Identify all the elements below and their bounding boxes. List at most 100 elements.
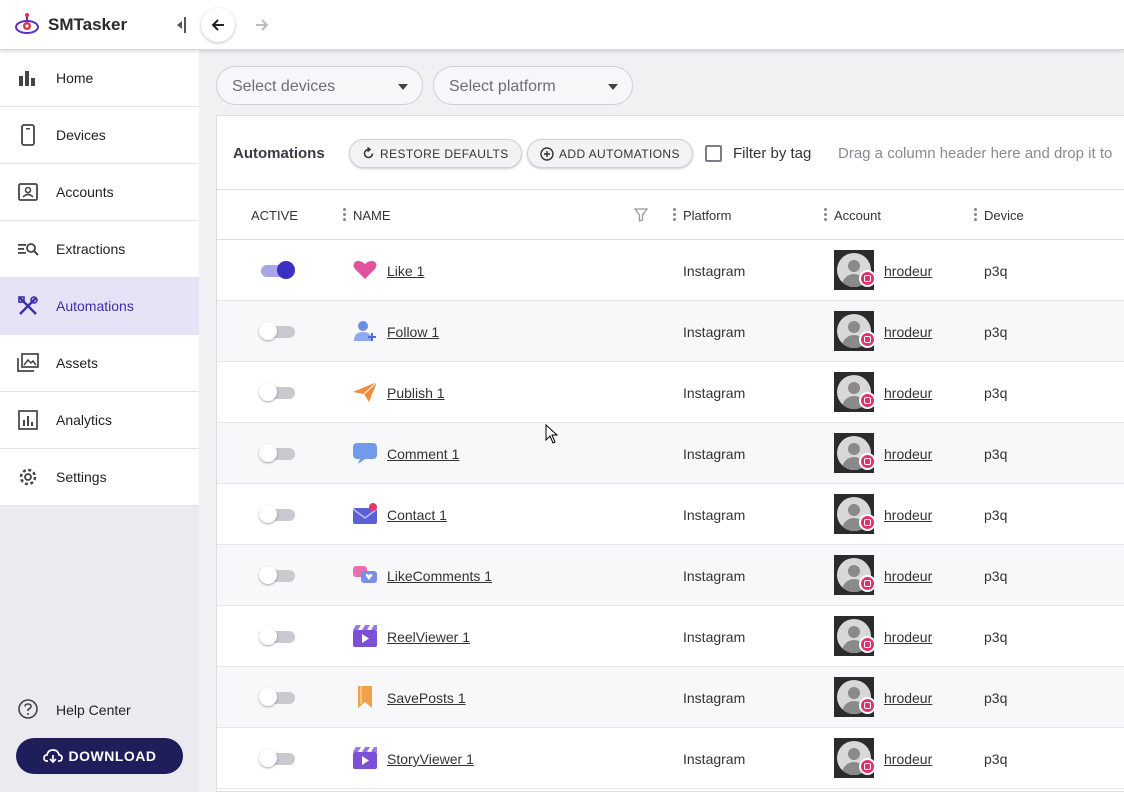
instagram-icon — [859, 331, 874, 348]
active-toggle[interactable] — [259, 261, 295, 279]
column-menu-handle[interactable] — [343, 208, 346, 222]
sidebar-item-automations[interactable]: Automations — [0, 278, 199, 335]
sidebar-item-extractions[interactable]: Extractions — [0, 221, 199, 278]
instagram-icon — [859, 270, 874, 287]
automation-name-link[interactable]: StoryViewer 1 — [387, 751, 474, 767]
select-platform-placeholder: Select platform — [449, 78, 556, 95]
automation-name-link[interactable]: Publish 1 — [387, 385, 445, 401]
sidebar-item-settings[interactable]: Settings — [0, 449, 199, 506]
platform-cell: Instagram — [683, 690, 746, 706]
account-link[interactable]: hrodeur — [884, 568, 932, 584]
column-header-platform[interactable]: Platform — [683, 208, 731, 223]
platform-cell: Instagram — [683, 751, 746, 767]
active-toggle[interactable] — [259, 383, 295, 401]
account-link[interactable]: hrodeur — [884, 690, 932, 706]
back-button[interactable] — [201, 8, 235, 42]
instagram-icon — [859, 697, 874, 714]
platform-cell: Instagram — [683, 629, 746, 645]
sidebar-item-assets[interactable]: Assets — [0, 335, 199, 392]
automation-name-link[interactable]: ReelViewer 1 — [387, 629, 470, 645]
download-button[interactable]: DOWNLOAD — [16, 738, 183, 774]
active-toggle[interactable] — [259, 627, 295, 645]
column-header-device[interactable]: Device — [984, 208, 1024, 223]
sidebar-item-label: Accounts — [56, 184, 114, 200]
table-row[interactable]: Publish 1 Instagram hrodeur p3q — [217, 362, 1124, 423]
automation-name-link[interactable]: Comment 1 — [387, 446, 459, 462]
avatar — [834, 555, 874, 595]
instagram-icon — [859, 514, 874, 531]
table-row[interactable]: SavePosts 1 Instagram hrodeur p3q — [217, 667, 1124, 728]
active-toggle[interactable] — [259, 749, 295, 767]
select-devices-placeholder: Select devices — [232, 78, 336, 95]
active-toggle[interactable] — [259, 444, 295, 462]
list-search-icon — [18, 243, 39, 256]
help-circle-icon — [18, 699, 38, 719]
arrow-right-icon — [256, 19, 269, 31]
account-link[interactable]: hrodeur — [884, 446, 932, 462]
account-link[interactable]: hrodeur — [884, 324, 932, 340]
table-row[interactable]: Comment 1 Instagram hrodeur p3q — [217, 423, 1124, 484]
account-link[interactable]: hrodeur — [884, 751, 932, 767]
filter-icon[interactable] — [634, 208, 648, 222]
device-cell: p3q — [984, 690, 1008, 706]
automation-name-link[interactable]: Like 1 — [387, 263, 424, 279]
forward-button[interactable] — [247, 8, 277, 42]
column-header-name[interactable]: NAME — [353, 208, 391, 223]
group-by-drop-zone[interactable]: Drag a column header here and drop it to — [838, 145, 1112, 162]
select-platform[interactable]: Select platform — [433, 66, 633, 105]
sidebar-item-home[interactable]: Home — [0, 50, 199, 107]
column-header-active[interactable]: ACTIVE — [251, 208, 298, 223]
sidebar-item-analytics[interactable]: Analytics — [0, 392, 199, 449]
account-link[interactable]: hrodeur — [884, 385, 932, 401]
active-toggle[interactable] — [259, 566, 295, 584]
envelope-icon — [352, 503, 378, 524]
table-row[interactable]: Follow 1 Instagram hrodeur p3q — [217, 301, 1124, 362]
filter-by-tag-checkbox[interactable] — [705, 145, 722, 162]
table-row[interactable]: Like 1 Instagram hrodeur p3q — [217, 240, 1124, 301]
table-row[interactable]: LikeComments 1 Instagram hrodeur p3q — [217, 545, 1124, 606]
help-center-link[interactable]: Help Center — [0, 695, 199, 725]
account-link[interactable]: hrodeur — [884, 629, 932, 645]
platform-cell: Instagram — [683, 385, 746, 401]
active-toggle[interactable] — [259, 322, 295, 340]
chat-heart-icon — [353, 566, 377, 583]
device-cell: p3q — [984, 507, 1008, 523]
device-cell: p3q — [984, 629, 1008, 645]
collapse-sidebar-icon[interactable] — [174, 15, 188, 35]
active-toggle[interactable] — [259, 505, 295, 523]
phone-icon — [21, 124, 35, 146]
table-row[interactable]: ReelViewer 1 Instagram hrodeur p3q — [217, 606, 1124, 667]
sidebar-item-devices[interactable]: Devices — [0, 107, 199, 164]
avatar — [834, 738, 874, 778]
restore-defaults-button[interactable]: RESTORE DEFAULTS — [349, 139, 522, 168]
account-link[interactable]: hrodeur — [884, 263, 932, 279]
column-menu-handle[interactable] — [974, 208, 977, 222]
clapper-icon — [353, 747, 377, 769]
automation-name-link[interactable]: Contact 1 — [387, 507, 447, 523]
automation-name-link[interactable]: SavePosts 1 — [387, 690, 466, 706]
download-label: DOWNLOAD — [68, 748, 157, 764]
select-devices[interactable]: Select devices — [216, 66, 423, 105]
bookmark-icon — [358, 686, 372, 708]
restore-defaults-label: RESTORE DEFAULTS — [380, 146, 509, 161]
sidebar-nav: Home Devices Accounts Extractions Automa… — [0, 50, 199, 506]
chevron-down-icon — [398, 84, 408, 90]
column-menu-handle[interactable] — [673, 208, 676, 222]
sidebar-item-accounts[interactable]: Accounts — [0, 164, 199, 221]
avatar — [834, 250, 874, 290]
automations-grid: Automations RESTORE DEFAULTS ADD AUTOMAT… — [216, 115, 1124, 792]
column-menu-handle[interactable] — [824, 208, 827, 222]
sidebar: Home Devices Accounts Extractions Automa… — [0, 50, 199, 792]
sidebar-item-label: Devices — [56, 127, 106, 143]
avatar — [834, 616, 874, 656]
active-toggle[interactable] — [259, 688, 295, 706]
add-automations-button[interactable]: ADD AUTOMATIONS — [527, 139, 693, 168]
device-cell: p3q — [984, 446, 1008, 462]
automation-name-link[interactable]: Follow 1 — [387, 324, 439, 340]
avatar — [834, 433, 874, 473]
automation-name-link[interactable]: LikeComments 1 — [387, 568, 492, 584]
table-row[interactable]: StoryViewer 1 Instagram hrodeur p3q — [217, 728, 1124, 789]
account-link[interactable]: hrodeur — [884, 507, 932, 523]
table-row[interactable]: Contact 1 Instagram hrodeur p3q — [217, 484, 1124, 545]
column-header-account[interactable]: Account — [834, 208, 881, 223]
